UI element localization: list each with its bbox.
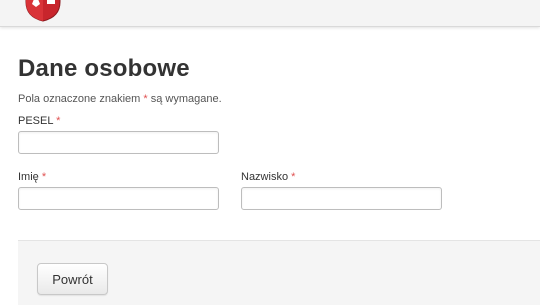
pesel-label-text: PESEL <box>18 115 54 127</box>
page-title: Dane osobowe <box>18 55 190 82</box>
first-name-input[interactable] <box>18 187 219 210</box>
pesel-input[interactable] <box>18 131 219 154</box>
required-marker: * <box>291 171 296 183</box>
last-name-label-text: Nazwisko <box>241 171 289 183</box>
last-name-input[interactable] <box>241 187 442 210</box>
hint-text-after: są wymagane. <box>147 93 222 105</box>
last-name-label: Nazwisko * <box>241 171 295 183</box>
top-bar <box>0 0 540 27</box>
required-marker: * <box>56 115 61 127</box>
coat-of-arms-icon[interactable] <box>23 0 63 22</box>
pesel-label: PESEL * <box>18 115 60 127</box>
hint-text-before: Pola oznaczone znakiem <box>18 93 144 105</box>
first-name-label: Imię * <box>18 171 46 183</box>
first-name-label-text: Imię <box>18 171 39 183</box>
required-fields-hint: Pola oznaczone znakiem * są wymagane. <box>18 93 222 105</box>
form-actions: Powrót <box>18 240 540 305</box>
required-marker: * <box>41 171 47 183</box>
back-button[interactable]: Powrót <box>37 263 108 295</box>
